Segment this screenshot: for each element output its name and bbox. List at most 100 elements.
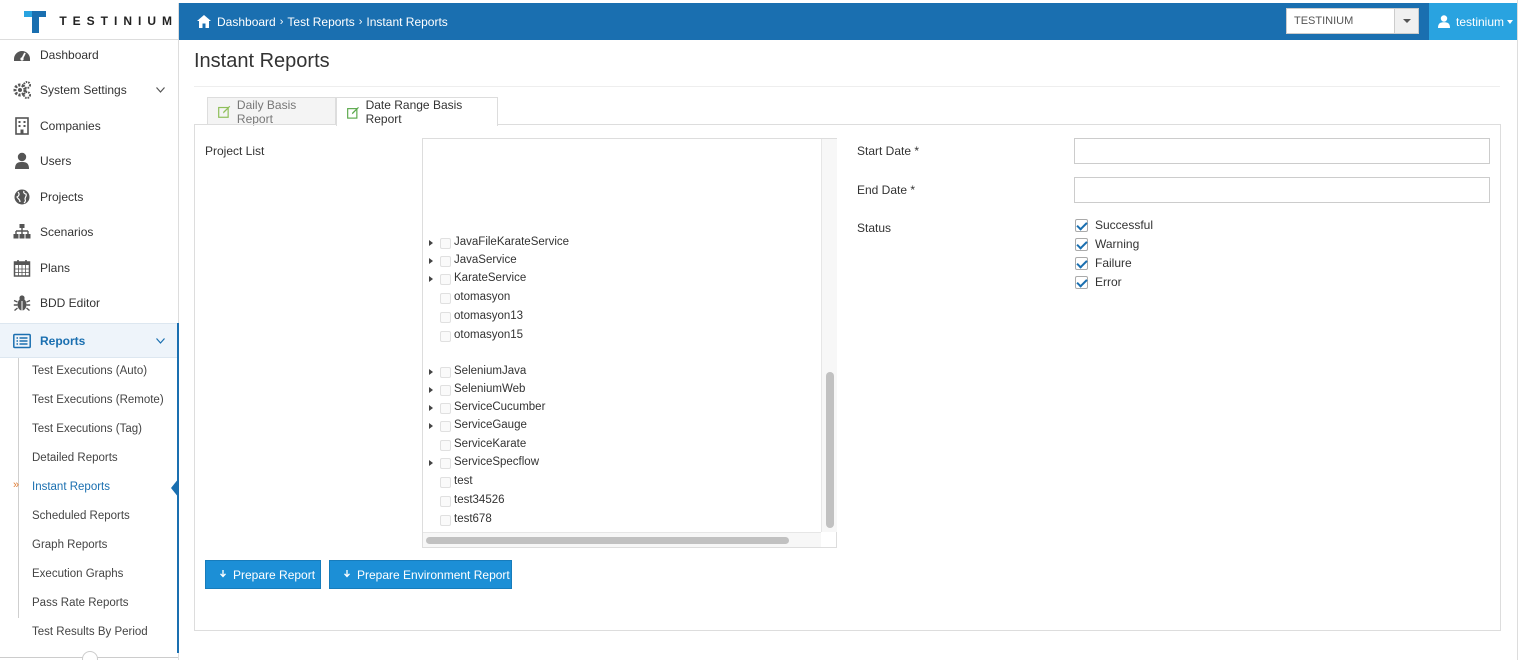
- project-name: otomasyon13: [454, 310, 524, 322]
- button-label: Prepare Environment Report: [357, 567, 510, 582]
- prepare-report-button[interactable]: Prepare Report: [205, 560, 321, 589]
- breadcrumb-separator: ›: [279, 15, 284, 28]
- checkbox-checked[interactable]: [1075, 218, 1088, 232]
- project-checkbox[interactable]: [440, 293, 451, 304]
- project-name: JavaFileKarateService: [454, 236, 570, 248]
- project-name: ServiceCucumber: [454, 401, 546, 413]
- project-checkbox[interactable]: [440, 238, 451, 249]
- project-checkbox[interactable]: [440, 274, 451, 285]
- project-checkbox[interactable]: [440, 331, 451, 342]
- expand-arrow-icon[interactable]: [429, 240, 433, 246]
- vertical-scrollbar[interactable]: [821, 139, 837, 532]
- prepare-environment-report-button[interactable]: Prepare Environment Report: [329, 560, 512, 589]
- submenu-item-graph-reports[interactable]: Graph Reports: [32, 537, 107, 553]
- user-menu-button[interactable]: testinium: [1429, 3, 1517, 40]
- breadcrumb-dashboard[interactable]: Dashboard: [217, 15, 276, 29]
- sidebar-item-reports[interactable]: Reports: [0, 323, 178, 358]
- sidebar-item-plans[interactable]: Plans: [0, 250, 178, 285]
- project-name: otomasyon15: [454, 329, 524, 341]
- sidebar-item-projects[interactable]: Projects: [0, 179, 178, 214]
- user-icon: [1438, 15, 1450, 28]
- expand-arrow-icon[interactable]: [429, 405, 433, 411]
- project-checkbox[interactable]: [440, 477, 451, 488]
- sidebar-item-scenarios[interactable]: Scenarios: [0, 214, 178, 249]
- sidebar-item-label: Users: [40, 153, 72, 168]
- status-option-successful[interactable]: Successful: [1075, 217, 1153, 233]
- active-item-pointer: [171, 478, 179, 498]
- expand-arrow-icon[interactable]: [429, 369, 433, 375]
- sidebar-item-label: Dashboard: [40, 47, 99, 62]
- submenu-item-scheduled-reports[interactable]: Scheduled Reports: [32, 508, 130, 524]
- project-tree[interactable]: JavaFileKarateService JavaService Karate…: [422, 138, 837, 548]
- current-item-marker: »: [13, 479, 20, 491]
- chevron-down-icon: [156, 86, 165, 93]
- brand-logo[interactable]: TESTINIUM: [0, 3, 179, 40]
- building-icon: [15, 116, 29, 135]
- expand-arrow-icon[interactable]: [429, 387, 433, 393]
- sidebar-item-companies[interactable]: Companies: [0, 108, 178, 143]
- sidebar-item-users[interactable]: Users: [0, 143, 178, 178]
- chevron-down-icon: [156, 337, 165, 344]
- expand-arrow-icon[interactable]: [429, 276, 433, 282]
- status-option-warning[interactable]: Warning: [1075, 236, 1139, 252]
- reports-icon: [13, 333, 31, 348]
- checkbox-checked[interactable]: [1075, 237, 1088, 251]
- required-marker: *: [914, 144, 920, 158]
- tenant-select[interactable]: TESTINIUM: [1286, 8, 1419, 34]
- status-option-failure[interactable]: Failure: [1075, 255, 1132, 271]
- breadcrumb-instant-reports: Instant Reports: [366, 14, 448, 29]
- project-checkbox[interactable]: [440, 312, 451, 323]
- project-checkbox[interactable]: [440, 421, 451, 432]
- button-label: Prepare Report: [233, 567, 316, 582]
- project-checkbox[interactable]: [440, 496, 451, 507]
- sidebar-item-system-settings[interactable]: System Settings: [0, 72, 178, 107]
- sidebar-item-label: BDD Editor: [40, 295, 101, 310]
- horizontal-scrollbar[interactable]: [423, 532, 821, 547]
- project-checkbox[interactable]: [440, 256, 451, 267]
- collapse-sidebar-button[interactable]: [82, 651, 98, 660]
- submenu-item-test-executions-remote[interactable]: Test Executions (Remote): [32, 392, 164, 408]
- expand-arrow-icon[interactable]: [429, 423, 433, 429]
- submenu-item-test-results-by-period[interactable]: Test Results By Period: [32, 624, 148, 640]
- expand-arrow-icon[interactable]: [429, 460, 433, 466]
- project-checkbox[interactable]: [440, 515, 451, 526]
- page-title: Instant Reports: [194, 50, 330, 72]
- edit-icon: [347, 106, 359, 119]
- user-icon: [15, 152, 29, 169]
- submenu-item-instant-reports[interactable]: Instant Reports: [32, 479, 110, 495]
- project-checkbox[interactable]: [440, 385, 451, 396]
- project-checkbox[interactable]: [440, 458, 451, 469]
- status-option-label: Error: [1095, 275, 1122, 289]
- project-checkbox[interactable]: [440, 367, 451, 378]
- checkbox-checked[interactable]: [1075, 275, 1088, 289]
- breadcrumb-test-reports[interactable]: Test Reports: [287, 15, 354, 29]
- project-name: SeleniumJava: [454, 365, 527, 377]
- tab-daily-basis-report[interactable]: Daily Basis Report: [207, 97, 336, 126]
- submenu-item-test-executions-auto[interactable]: Test Executions (Auto): [32, 363, 147, 379]
- sidebar-item-bdd-editor[interactable]: BDD Editor: [0, 285, 178, 320]
- submenu-item-pass-rate-reports[interactable]: Pass Rate Reports: [32, 595, 129, 611]
- edit-icon: [218, 105, 231, 118]
- project-name: otomasyon: [454, 291, 511, 303]
- sidebar-item-dashboard[interactable]: Dashboard: [0, 37, 178, 72]
- sidebar-item-label: Projects: [40, 189, 84, 204]
- tab-date-range-basis-report[interactable]: Date Range Basis Report: [336, 97, 498, 126]
- start-date-input[interactable]: [1074, 138, 1490, 164]
- chevron-down-icon[interactable]: [1394, 9, 1418, 33]
- project-checkbox[interactable]: [440, 403, 451, 414]
- checkbox-checked[interactable]: [1075, 256, 1088, 270]
- submenu-item-execution-graphs[interactable]: Execution Graphs: [32, 566, 123, 582]
- submenu-item-detailed-reports[interactable]: Detailed Reports: [32, 450, 118, 466]
- project-checkbox[interactable]: [440, 440, 451, 451]
- caret-down-icon: [1507, 19, 1514, 24]
- status-option-label: Warning: [1095, 237, 1140, 251]
- expand-arrow-icon[interactable]: [429, 258, 433, 264]
- sidebar-item-label: Scenarios: [40, 224, 94, 239]
- end-date-input[interactable]: [1074, 177, 1490, 203]
- status-option-error[interactable]: Error: [1075, 274, 1122, 290]
- sitemap-icon: [13, 223, 31, 238]
- vertical-scroll-thumb[interactable]: [826, 372, 834, 528]
- submenu-item-test-executions-tag[interactable]: Test Executions (Tag): [32, 421, 142, 437]
- status-option-label: Successful: [1095, 218, 1154, 232]
- horizontal-scroll-thumb[interactable]: [426, 537, 789, 544]
